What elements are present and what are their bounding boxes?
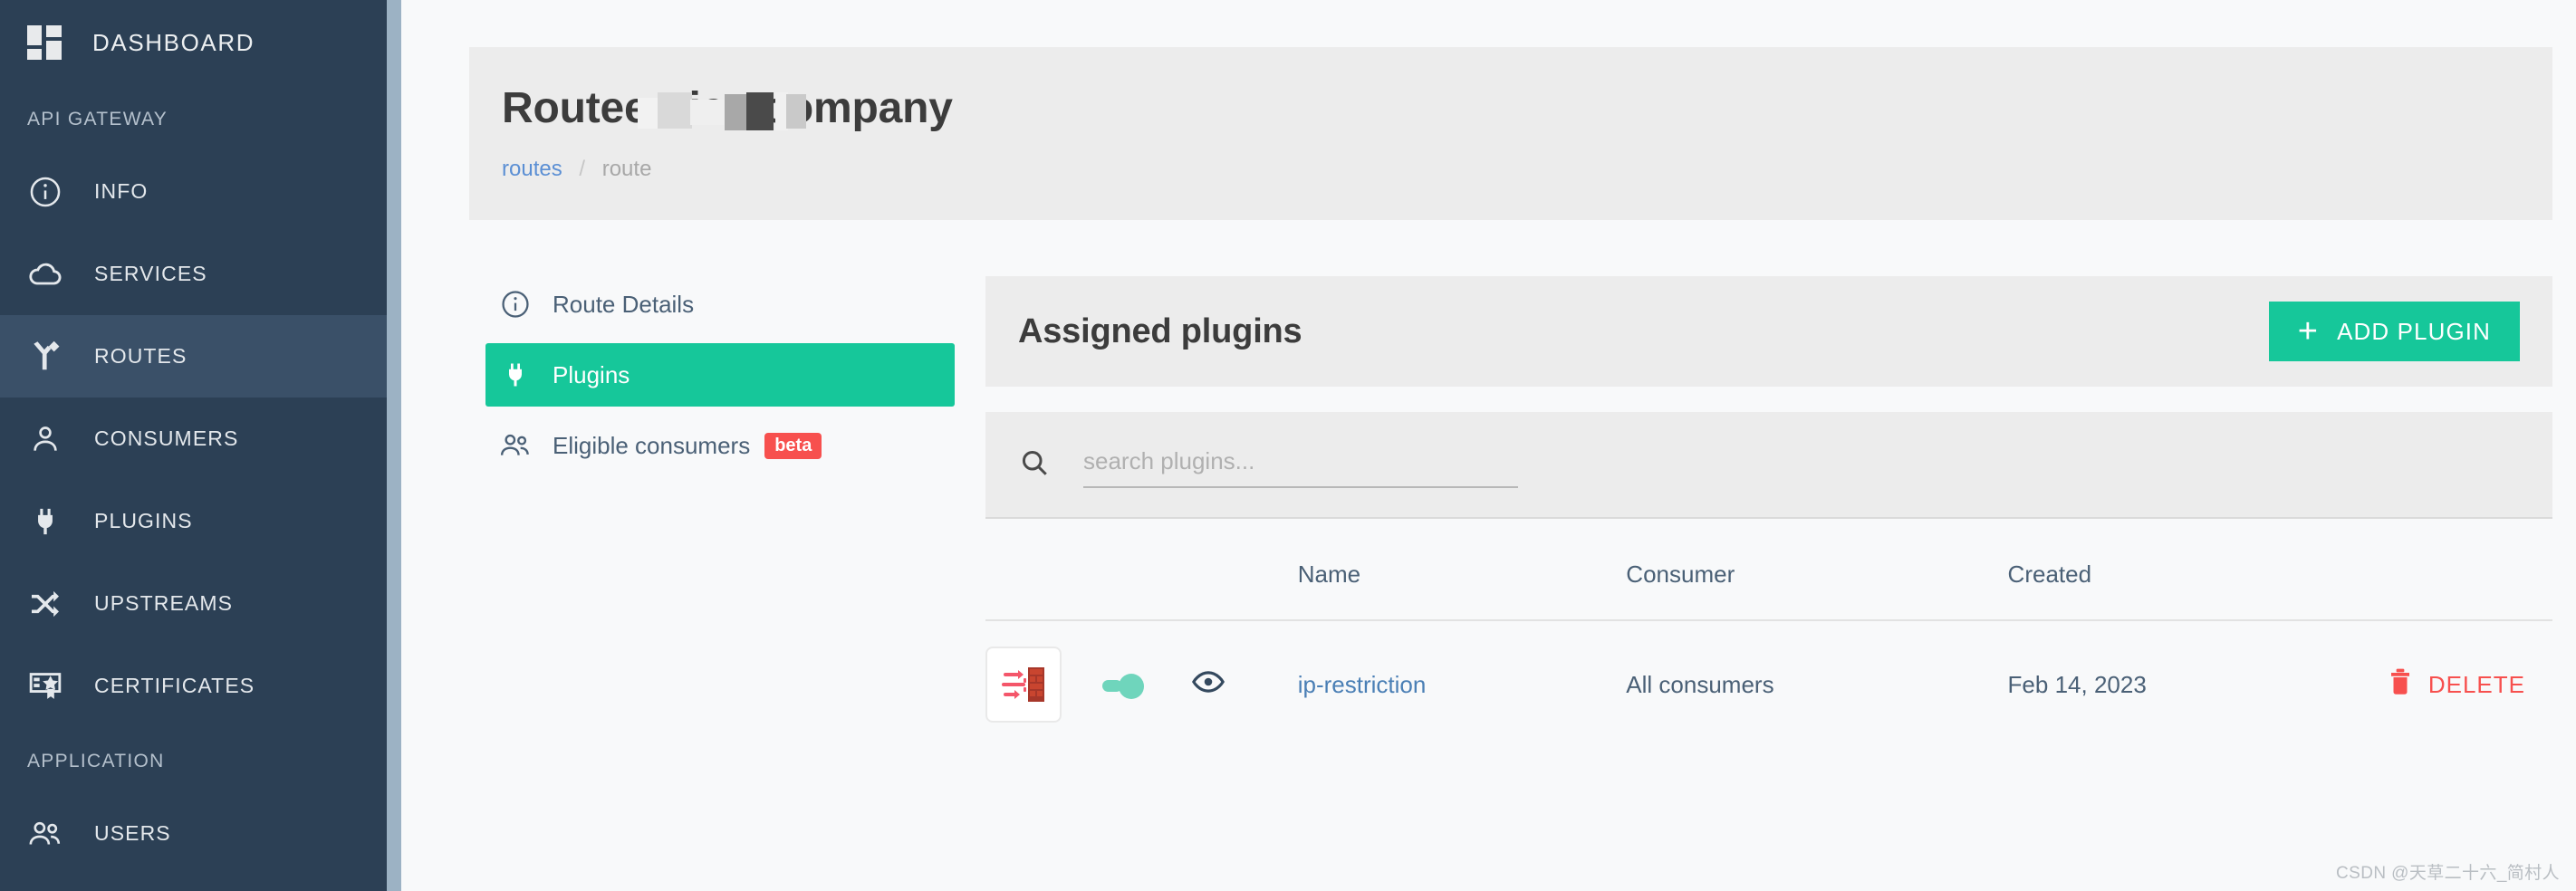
- plugin-consumer-cell: All consumers: [1626, 620, 2007, 748]
- content-body: Route Details Plugins: [469, 276, 2552, 748]
- users-icon: [27, 816, 63, 852]
- breadcrumb: routes / route: [502, 157, 2552, 182]
- sidebar-item-label: UPSTREAMS: [94, 591, 233, 616]
- sidebar: DASHBOARD API GATEWAY INFO SERVICES: [0, 0, 401, 891]
- col-icon-header: [985, 519, 1102, 620]
- sidebar-item-label: PLUGINS: [94, 509, 193, 533]
- sidebar-item-info[interactable]: INFO: [0, 150, 401, 233]
- plugin-name-link[interactable]: ip-restriction: [1298, 671, 1427, 698]
- sidebar-item-label: SERVICES: [94, 262, 207, 286]
- sub-nav-tabs: Route Details Plugins: [469, 276, 955, 748]
- sidebar-item-label: CERTIFICATES: [94, 674, 255, 698]
- table-row: ip-restriction All consumers Feb 14, 202…: [985, 620, 2552, 748]
- plugin-icon-cell: [985, 620, 1102, 748]
- sidebar-item-upstreams[interactable]: UPSTREAMS: [0, 562, 401, 645]
- users-icon: [498, 430, 533, 461]
- beta-badge: beta: [764, 433, 822, 459]
- plugin-actions-cell: DELETE: [2389, 620, 2552, 748]
- col-toggle-header: [1102, 519, 1191, 620]
- tab-plugins[interactable]: Plugins: [485, 343, 955, 407]
- breadcrumb-link-routes[interactable]: routes: [502, 157, 562, 181]
- table-header-row: Name Consumer Created: [985, 519, 2552, 620]
- add-plugin-button[interactable]: + ADD PLUGIN: [2269, 302, 2520, 361]
- page-title-prefix: Route: [502, 84, 624, 132]
- sidebar-item-certificates[interactable]: CERTIFICATES: [0, 645, 401, 727]
- col-name-header: Name: [1298, 519, 1627, 620]
- sidebar-item-label: CONSUMERS: [94, 426, 238, 451]
- sidebar-section-api-gateway: API GATEWAY: [0, 85, 401, 150]
- sidebar-item-label: INFO: [94, 179, 148, 204]
- trash-icon: [2389, 668, 2412, 702]
- col-visibility-header: [1191, 519, 1298, 620]
- sidebar-item-plugins[interactable]: PLUGINS: [0, 480, 401, 562]
- col-consumer-header: Consumer: [1626, 519, 2007, 620]
- sidebar-scrollbar[interactable]: [387, 0, 401, 891]
- app-root: DASHBOARD API GATEWAY INFO SERVICES: [0, 0, 2576, 891]
- card-header: Assigned plugins + ADD PLUGIN: [985, 276, 2552, 387]
- user-icon: [27, 421, 63, 457]
- plugin-created-cell: Feb 14, 2023: [2008, 620, 2389, 748]
- plug-icon: [27, 503, 63, 540]
- sidebar-brand[interactable]: DASHBOARD: [0, 0, 401, 85]
- sidebar-item-consumers[interactable]: CONSUMERS: [0, 398, 401, 480]
- delete-button[interactable]: DELETE: [2389, 668, 2525, 702]
- page-header: Routeervice-company routes / route: [469, 47, 2552, 220]
- tab-label: Plugins: [553, 361, 630, 389]
- eye-icon[interactable]: [1191, 677, 1226, 704]
- plugin-name-cell: ip-restriction: [1298, 620, 1627, 748]
- enabled-toggle-cell: [1102, 620, 1191, 748]
- ip-restriction-firewall-icon: [985, 647, 1062, 723]
- breadcrumb-separator: /: [579, 157, 585, 181]
- search-input[interactable]: [1083, 442, 1518, 488]
- sidebar-item-label: USERS: [94, 821, 171, 846]
- tab-eligible-consumers[interactable]: Eligible consumers beta: [485, 417, 955, 474]
- plugin-enabled-toggle[interactable]: [1102, 674, 1144, 699]
- shuffle-icon: [27, 586, 63, 622]
- info-circle-icon: [498, 289, 533, 320]
- add-plugin-label: ADD PLUGIN: [2337, 318, 2491, 346]
- sidebar-item-routes[interactable]: ROUTES: [0, 315, 401, 398]
- plug-icon: [498, 359, 533, 390]
- visibility-cell: [1191, 620, 1298, 748]
- col-actions-header: [2389, 519, 2552, 620]
- page-title-suffix: ervice-company: [624, 84, 953, 132]
- watermark: CSDN @天草二十六_简村人: [2336, 859, 2560, 884]
- main-content: Routeervice-company routes / route: [401, 0, 2576, 891]
- tab-label: Route Details: [553, 291, 694, 319]
- sidebar-section-application: APPLICATION: [0, 727, 401, 792]
- search-icon: [1018, 446, 1054, 484]
- breadcrumb-current: route: [602, 157, 652, 181]
- tab-label: Eligible consumers: [553, 432, 750, 460]
- tab-route-details[interactable]: Route Details: [485, 276, 955, 332]
- sidebar-item-services[interactable]: SERVICES: [0, 233, 401, 315]
- card-title: Assigned plugins: [1018, 312, 1302, 351]
- sidebar-item-users[interactable]: USERS: [0, 792, 401, 875]
- delete-label: DELETE: [2428, 671, 2525, 699]
- col-created-header: Created: [2008, 519, 2389, 620]
- route-fork-icon: [27, 339, 63, 375]
- grid-icon: [27, 25, 62, 60]
- sidebar-brand-label: DASHBOARD: [92, 29, 255, 57]
- certificate-icon: [27, 668, 63, 704]
- plugins-table: Name Consumer Created: [985, 519, 2552, 748]
- page-title: Routeervice-company: [502, 83, 953, 133]
- cloud-icon: [27, 256, 63, 292]
- plus-icon: +: [2298, 320, 2319, 344]
- info-circle-icon: [27, 174, 63, 210]
- assigned-plugins-card: Assigned plugins + ADD PLUGIN: [985, 276, 2552, 748]
- sidebar-item-label: ROUTES: [94, 344, 187, 369]
- search-bar: [985, 412, 2552, 519]
